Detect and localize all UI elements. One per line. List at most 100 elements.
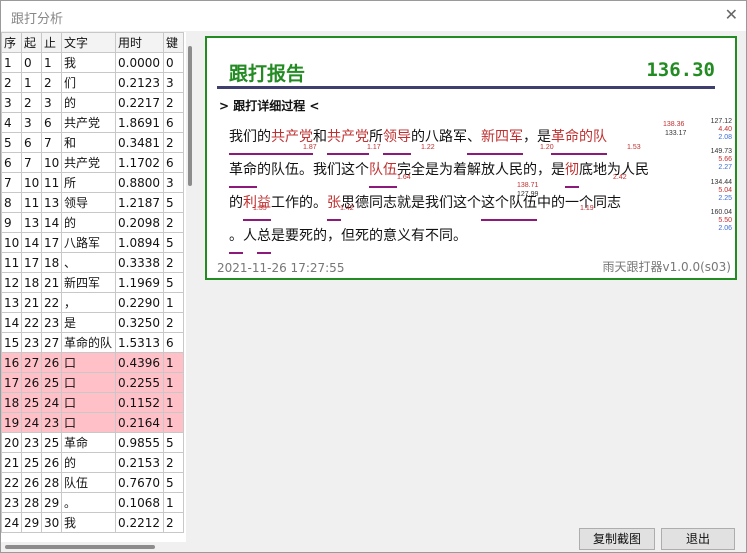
text-segment: 中的一个同志 [537, 195, 621, 211]
vertical-scroll-thumb[interactable] [188, 46, 192, 186]
line-stat-value: 149.73 [710, 148, 732, 155]
column-header[interactable]: 起 [21, 32, 42, 53]
table-cell: 21 [21, 292, 42, 313]
column-header[interactable]: 键 [163, 32, 184, 53]
table-cell: 革命的队 [61, 332, 116, 353]
report-title: 跟打报告 [229, 63, 306, 85]
table-cell: 23 [21, 332, 42, 353]
table-cell: 新四军 [61, 272, 116, 293]
table-cell: 队伍 [61, 472, 116, 493]
table-cell: 0.2217 [115, 92, 164, 113]
table-cell: 2 [163, 132, 184, 153]
table-cell: 2 [163, 212, 184, 233]
table-cell: 10 [41, 152, 62, 173]
text-line: 的利益工作的。张思德同志就是我们这个这个队伍中的一个同志 [229, 188, 699, 221]
table-cell: 1.2187 [115, 192, 164, 213]
table-row[interactable]: 5 6 7 和 0.3481 2 [1, 132, 184, 153]
table-row[interactable]: 10 14 17 八路军 1.0894 5 [1, 232, 184, 253]
analysis-table: 序起止文字 用时键 1 0 1 我 0.0000 0 2 1 2 们 0.2123 3 3 2 3 的 0.221… [1, 32, 184, 533]
table-cell: 5 [1, 132, 22, 153]
table-cell: 23 [41, 312, 62, 333]
table-cell: 2 [163, 312, 184, 333]
exit-button[interactable]: 退出 [661, 528, 735, 550]
table-cell: 6 [163, 332, 184, 353]
table-row[interactable]: 11 17 18、 0.3338 2 [1, 252, 184, 273]
table-row[interactable]: 6 7 10 共产党 1.1702 6 [1, 152, 184, 173]
table-cell: 27 [41, 332, 62, 353]
table-row[interactable]: 7 10 11 所 0.8800 3 [1, 172, 184, 193]
table-row[interactable]: 15 23 27 革命的队 1.5313 6 [1, 332, 184, 353]
table-row[interactable]: 21 25 26 的 0.2153 2 [1, 452, 184, 473]
error-segment: 总 [257, 221, 271, 254]
table-cell: 18 [1, 392, 22, 413]
vertical-scrollbar[interactable] [186, 32, 194, 542]
table-row[interactable]: 23 28 29。 0.1068 1 [1, 492, 184, 513]
table-cell: 2 [163, 452, 184, 473]
table-cell: 29 [41, 492, 62, 513]
text-segment: 人 [243, 228, 257, 244]
timing-mark: 1.35 [253, 205, 267, 212]
report-subtitle: > 跟打详细过程 < [219, 99, 320, 113]
analysis-window: 跟打分析 ✕ 序起止文字 用时键 1 0 1 我 0.0000 0 2 1 2 们 0.2123 3 3 2… [0, 0, 747, 553]
table-cell: 0.2164 [115, 412, 164, 433]
column-header[interactable]: 用时 [115, 32, 164, 53]
table-row[interactable]: 13 21 22， 0.2290 1 [1, 292, 184, 313]
table-cell: 共产党 [61, 152, 116, 173]
column-header[interactable]: 文字 [61, 32, 116, 53]
table-row[interactable]: 4 3 6 共产党 1.8691 6 [1, 112, 184, 133]
table-cell: 30 [41, 512, 62, 533]
horizontal-scroll-thumb[interactable] [5, 545, 155, 549]
table-cell: 23 [1, 492, 22, 513]
line-stat-value: 4.40 [718, 126, 732, 133]
table-row[interactable]: 19 24 23 口 0.2164 1 [1, 412, 184, 433]
table-cell: 22 [1, 472, 22, 493]
line-stat-value: 5.50 [718, 217, 732, 224]
table-cell: 25 [21, 392, 42, 413]
analysis-table-container[interactable]: 序起止文字 用时键 1 0 1 我 0.0000 0 2 1 2 们 0.2123 3 3 2 3 的 0.221… [1, 32, 194, 542]
table-cell: 13 [1, 292, 22, 313]
table-cell: ， [61, 292, 116, 313]
table-cell: 11 [41, 172, 62, 193]
table-cell: 1.5313 [115, 332, 164, 353]
table-cell: 1.1702 [115, 152, 164, 173]
table-row[interactable]: 17 26 25 口 0.2255 1 [1, 372, 184, 393]
table-cell: 14 [41, 212, 62, 233]
table-row[interactable]: 24 29 30 我 0.2212 2 [1, 512, 184, 533]
column-header[interactable]: 止 [41, 32, 62, 53]
table-cell: 5 [163, 272, 184, 293]
close-icon[interactable]: ✕ [725, 5, 738, 24]
table-row[interactable]: 2 1 2 们 0.2123 3 [1, 72, 184, 93]
table-row[interactable]: 12 18 21 新四军 1.1969 5 [1, 272, 184, 293]
table-cell: 28 [21, 492, 42, 513]
timing-mark: 1.17 [367, 144, 381, 151]
line-stat-value: 2.25 [718, 195, 732, 202]
table-cell: 0.1068 [115, 492, 164, 513]
text-line: 革命的队伍。我们这个队伍完全是为着解放人民的，是彻底地为人民 [229, 155, 699, 188]
report-score: 136.30 [646, 59, 715, 81]
table-cell: 2 [21, 92, 42, 113]
table-cell: 1.0894 [115, 232, 164, 253]
table-cell: 革命 [61, 432, 116, 453]
table-row[interactable]: 20 23 25 革命 0.9855 5 [1, 432, 184, 453]
timing-mark: 138.71 [517, 182, 539, 189]
table-row[interactable]: 9 13 14 的 0.2098 2 [1, 212, 184, 233]
table-row[interactable]: 1 0 1 我 0.0000 0 [1, 52, 184, 73]
horizontal-scrollbar[interactable] [1, 542, 194, 552]
column-header[interactable]: 序 [1, 32, 22, 53]
table-cell: 24 [41, 392, 62, 413]
table-cell: 0.9855 [115, 432, 164, 453]
table-cell: 17 [1, 372, 22, 393]
table-row[interactable]: 22 26 28 队伍 0.7670 5 [1, 472, 184, 493]
table-row[interactable]: 8 11 13 领导 1.2187 5 [1, 192, 184, 213]
table-row[interactable]: 18 25 24 口 0.1152 1 [1, 392, 184, 413]
timing-mark: 1.87 [303, 144, 317, 151]
error-segment: 革命的队 [551, 122, 607, 155]
table-cell: 口 [61, 412, 116, 433]
table-cell: 18 [21, 272, 42, 293]
table-row[interactable]: 3 2 3 的 0.2217 2 [1, 92, 184, 113]
copy-screenshot-button[interactable]: 复制截图 [579, 528, 655, 550]
table-cell: 26 [41, 452, 62, 473]
table-row[interactable]: 14 22 23 是 0.3250 2 [1, 312, 184, 333]
table-cell: 23 [21, 432, 42, 453]
table-row[interactable]: 16 27 26 口 0.4396 1 [1, 352, 184, 373]
